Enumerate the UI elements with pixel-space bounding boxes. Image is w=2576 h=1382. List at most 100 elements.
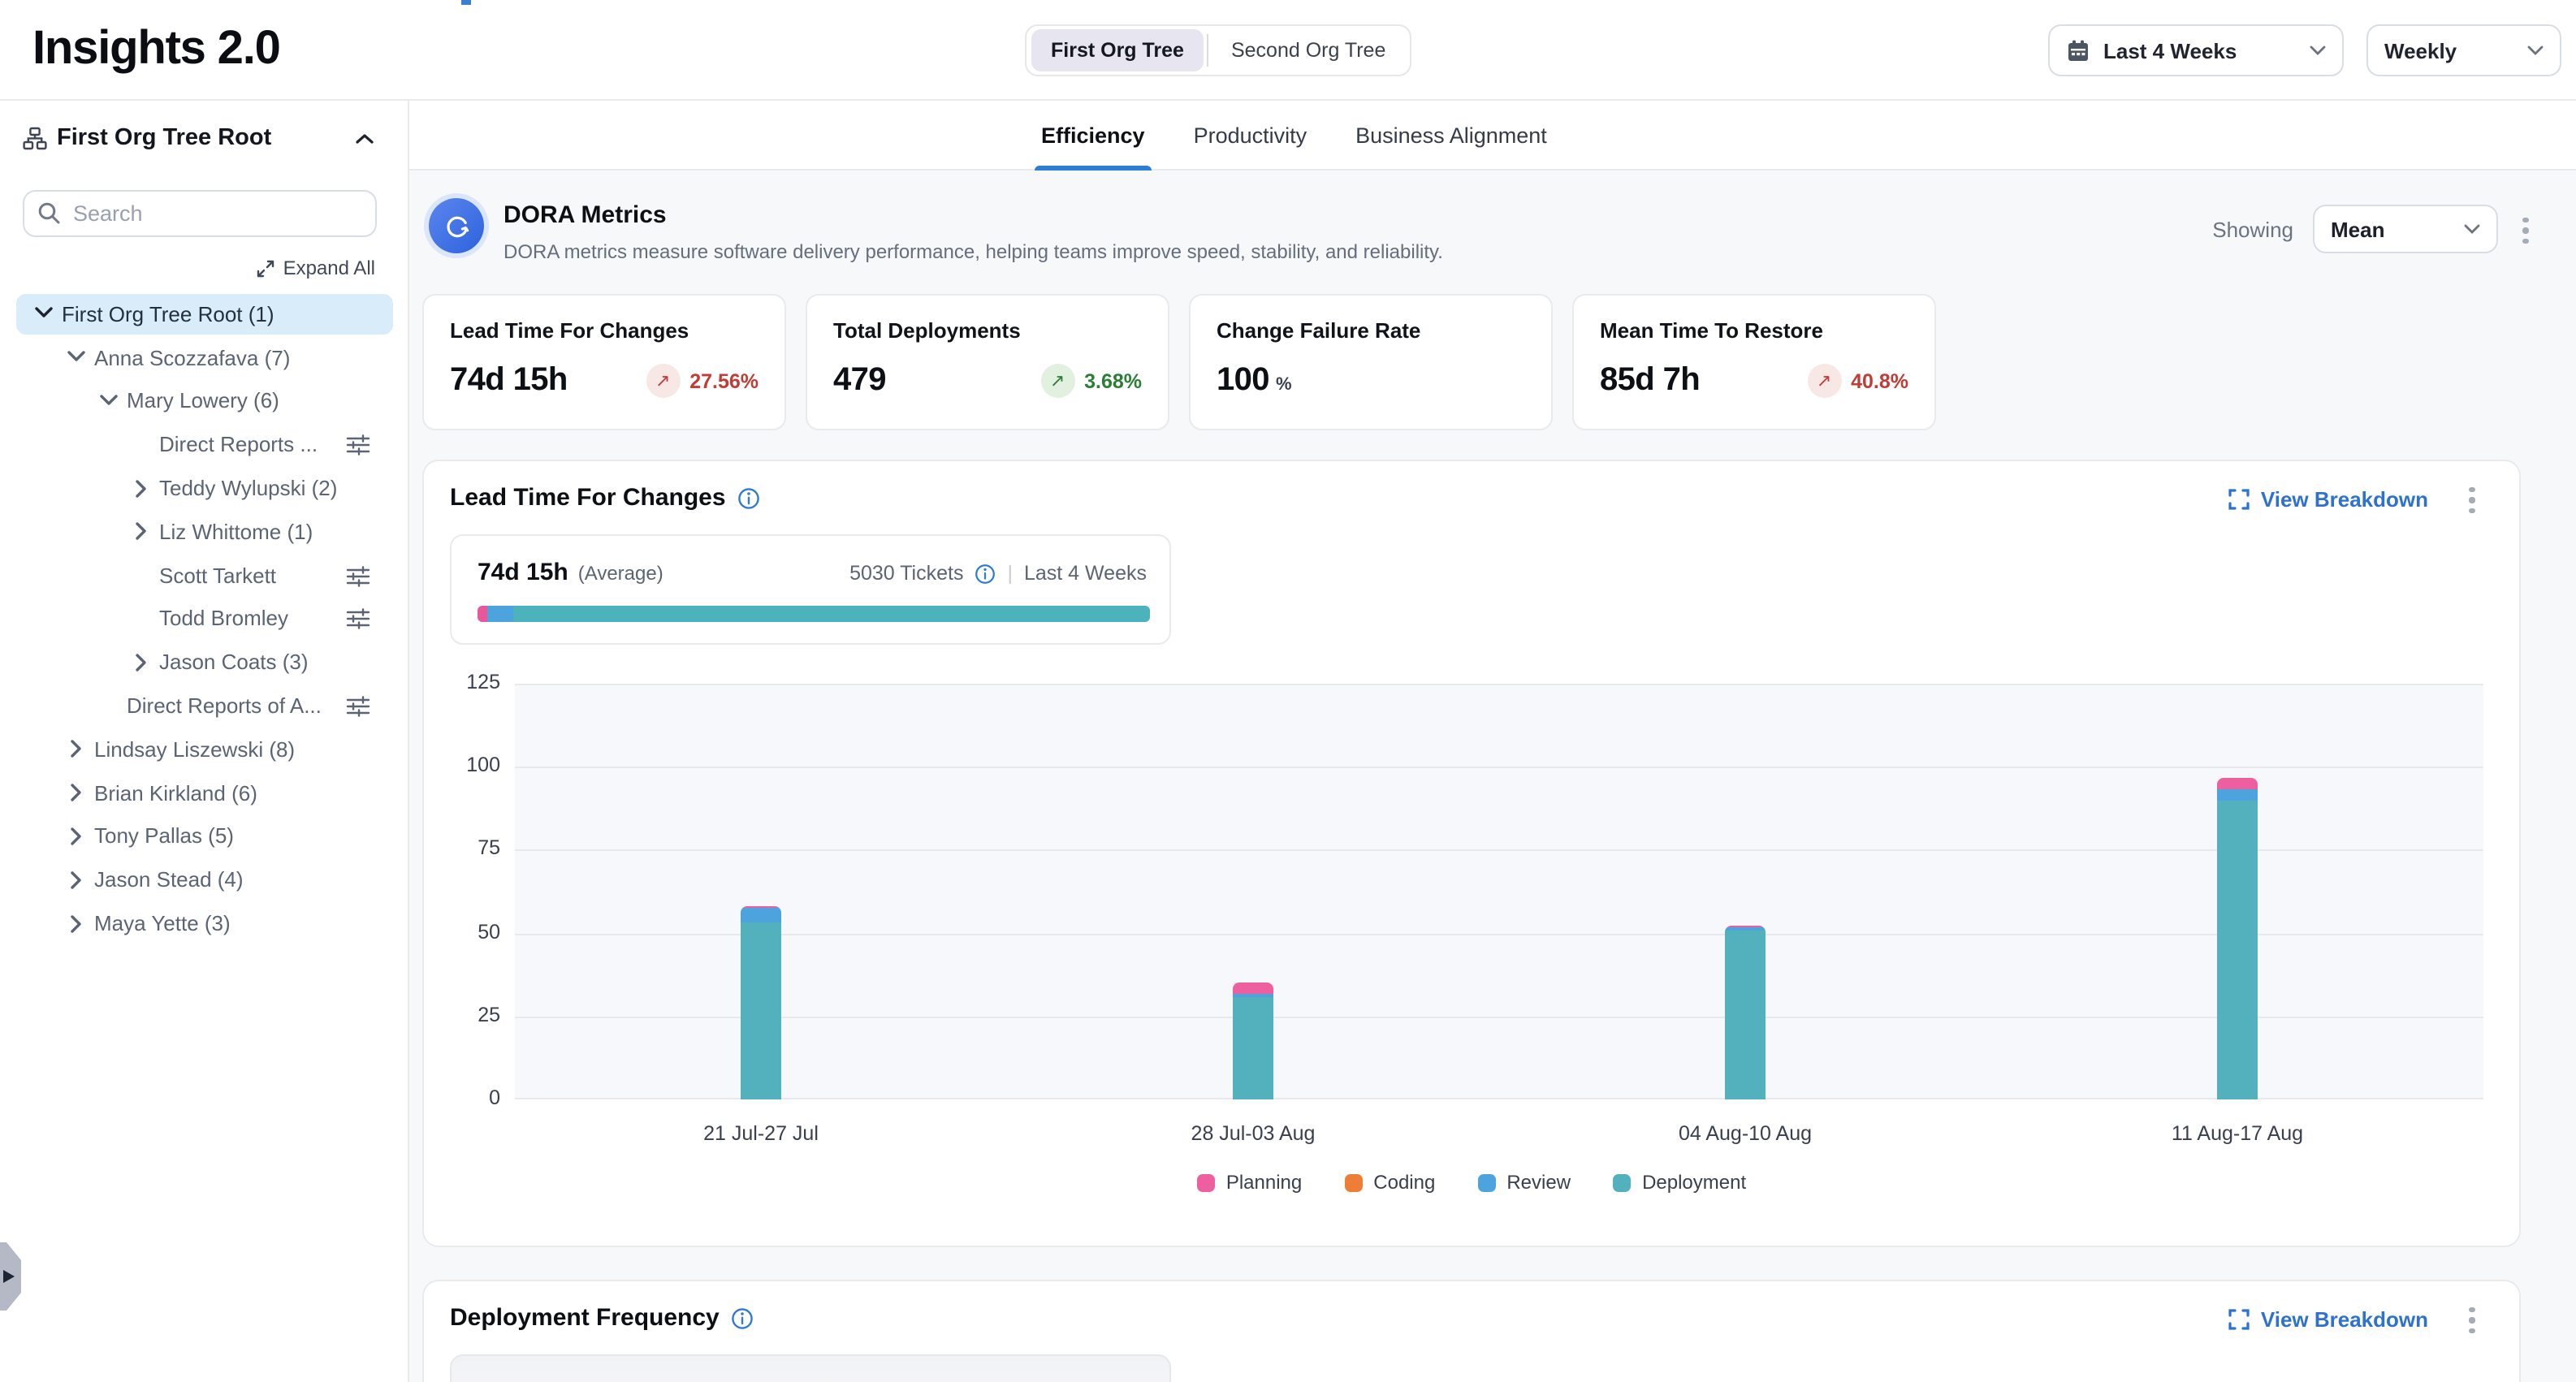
bar-segment-planning: [1233, 983, 1273, 995]
chevron-right-icon[interactable]: [130, 477, 153, 499]
arrow-up-right-icon: ↗: [1807, 364, 1841, 398]
expand-all-label: Expand All: [283, 257, 375, 279]
chart-x-axis: 21 Jul-27 Jul28 Jul-03 Aug04 Aug-10 Aug1…: [515, 1122, 2483, 1148]
chevron-right-icon[interactable]: [130, 520, 153, 543]
sidebar-header[interactable]: First Org Tree Root: [0, 114, 409, 162]
bar-segment-deployment: [1233, 996, 1273, 1099]
search-input[interactable]: [23, 190, 377, 237]
metric-card-value: 100: [1217, 362, 1269, 399]
tab-label: Productivity: [1194, 123, 1307, 148]
arrow-up-right-icon: ↗: [1040, 364, 1074, 398]
legend-swatch: [1344, 1173, 1362, 1191]
tree-item[interactable]: Teddy Wylupski (2): [0, 466, 409, 510]
view-breakdown-label: View Breakdown: [2261, 487, 2428, 512]
tree-item[interactable]: Scott Tarkett: [0, 554, 409, 598]
tree-item[interactable]: Lindsay Liszewski (8): [0, 728, 409, 771]
showing-select[interactable]: Mean: [2313, 205, 2498, 253]
gridline: [515, 1017, 2483, 1018]
tab-efficiency[interactable]: Efficiency: [1035, 101, 1152, 171]
view-breakdown-link[interactable]: View Breakdown: [2228, 1307, 2428, 1332]
metric-card: Total Deployments479↗3.68%: [806, 294, 1169, 430]
chevron-down-icon[interactable]: [65, 346, 88, 369]
tree-item[interactable]: Jason Stead (4): [0, 858, 409, 902]
arrow-up-right-icon: ↗: [646, 364, 680, 398]
org-toggle-second[interactable]: Second Org Tree: [1212, 29, 1405, 71]
tree-item-label: Maya Yette (3): [94, 911, 231, 935]
top-right-controls: Last 4 Weeks Weekly: [2048, 24, 2561, 76]
filters-icon[interactable]: [346, 563, 370, 587]
deployment-kebab-menu-icon[interactable]: [2461, 1299, 2483, 1341]
tree-item[interactable]: Tony Pallas (5): [0, 814, 409, 858]
view-breakdown-label: View Breakdown: [2261, 1307, 2428, 1332]
chevron-right-icon[interactable]: [65, 869, 88, 892]
tree-item-label: Brian Kirkland (6): [94, 780, 257, 805]
phase-segment-planning: [478, 606, 487, 622]
delta-badge: ↗3.68%: [1040, 364, 1142, 398]
filters-icon[interactable]: [346, 433, 370, 457]
tree-item[interactable]: First Org Tree Root (1): [0, 292, 409, 336]
sidebar-search: [23, 190, 377, 237]
metric-cards-row: Lead Time For Changes74d 15h↗27.56%Total…: [422, 294, 1936, 430]
info-icon[interactable]: [737, 486, 760, 509]
legend-label: Review: [1506, 1171, 1571, 1194]
lead-time-kebab-menu-icon[interactable]: [2461, 479, 2483, 521]
legend-swatch: [1477, 1173, 1495, 1191]
chevron-right-icon[interactable]: [65, 912, 88, 935]
tree-item[interactable]: Todd Bromley: [0, 597, 409, 641]
metric-card-unit: %: [1276, 375, 1292, 395]
triangle-right-icon: [3, 1270, 15, 1283]
dora-kebab-menu-icon[interactable]: [2514, 209, 2537, 252]
chevron-right-icon[interactable]: [130, 651, 153, 674]
tree-item-label: Anna Scozzafava (7): [94, 345, 290, 369]
y-tick-label: 0: [424, 1086, 500, 1109]
filters-icon[interactable]: [346, 693, 370, 718]
info-icon[interactable]: [975, 563, 996, 584]
tab-label: Business Alignment: [1355, 123, 1547, 148]
tree-item[interactable]: Jason Coats (3): [0, 641, 409, 685]
stacked-bar-21-jul-27-jul: [741, 906, 781, 1099]
chevron-down-icon[interactable]: [97, 390, 120, 412]
chevron-down-icon: [2464, 224, 2480, 234]
tree-item[interactable]: Maya Yette (3): [0, 901, 409, 945]
tree-item[interactable]: Liz Whittome (1): [0, 510, 409, 554]
org-toggle-first[interactable]: First Org Tree: [1031, 29, 1204, 71]
showing-label: Showing: [2212, 217, 2293, 241]
divider: |: [1007, 562, 1013, 585]
filters-icon[interactable]: [346, 607, 370, 631]
tree-item-label: First Org Tree Root (1): [62, 302, 274, 326]
tree-item[interactable]: Direct Reports ...: [0, 423, 409, 467]
phase-distribution-bar: [478, 606, 1150, 622]
phase-segment-review: [487, 606, 512, 622]
tree-item[interactable]: Anna Scozzafava (7): [0, 336, 409, 380]
granularity-dropdown[interactable]: Weekly: [2366, 24, 2561, 76]
tree-item-label: Direct Reports of A...: [127, 693, 322, 718]
main-content: Efficiency Productivity Business Alignment…: [409, 101, 2576, 1382]
date-range-dropdown[interactable]: Last 4 Weeks: [2048, 24, 2344, 76]
tree-item-label: Tony Pallas (5): [94, 824, 234, 849]
search-icon: [37, 201, 60, 224]
tab-business-alignment[interactable]: Business Alignment: [1349, 101, 1554, 171]
chart-legend: PlanningCodingReviewDeployment: [424, 1171, 2519, 1194]
sidebar-root-label: First Org Tree Root: [57, 125, 271, 151]
tree-item-label: Direct Reports ...: [159, 433, 318, 457]
dora-description: DORA metrics measure software delivery p…: [504, 240, 1443, 263]
legend-swatch: [1197, 1173, 1215, 1191]
chevron-right-icon[interactable]: [65, 781, 88, 804]
metric-card-value: 479: [833, 362, 886, 399]
tree-item[interactable]: Brian Kirkland (6): [0, 771, 409, 815]
view-breakdown-link[interactable]: View Breakdown: [2228, 487, 2428, 512]
tab-productivity[interactable]: Productivity: [1187, 101, 1314, 171]
chevron-down-icon[interactable]: [32, 303, 55, 326]
bar-segment-deployment: [741, 923, 781, 1099]
tree-item[interactable]: Mary Lowery (6): [0, 379, 409, 423]
chevron-right-icon[interactable]: [65, 738, 88, 761]
chevron-up-icon[interactable]: [356, 132, 374, 144]
tree-item[interactable]: Direct Reports of A...: [0, 684, 409, 728]
chevron-right-icon[interactable]: [65, 825, 88, 848]
x-tick-label: 28 Jul-03 Aug: [1191, 1122, 1316, 1145]
tree-item-label: Lindsay Liszewski (8): [94, 737, 295, 762]
legend-label: Deployment: [1642, 1171, 1746, 1194]
expand-all-icon: [257, 259, 275, 277]
expand-all-button[interactable]: Expand All: [257, 257, 375, 279]
info-icon[interactable]: [731, 1306, 754, 1329]
